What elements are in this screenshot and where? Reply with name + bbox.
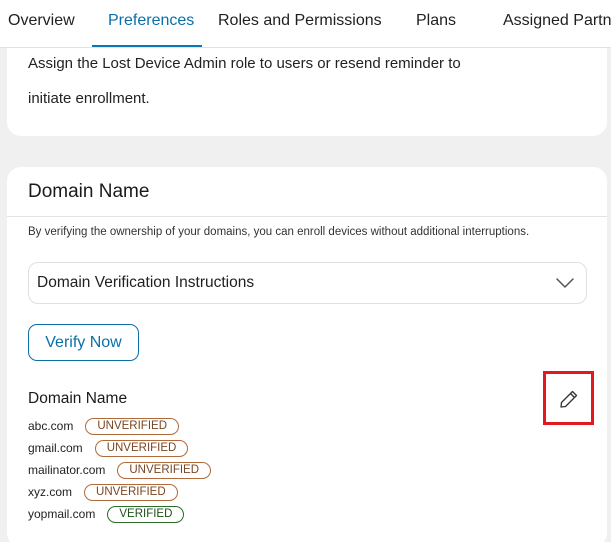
lost-device-text-line-1: Assign the Lost Device Admin role to use… bbox=[28, 55, 461, 72]
tab-assigned-partners[interactable]: Assigned Partne bbox=[503, 0, 611, 47]
lost-device-text-line-2: initiate enrollment. bbox=[28, 90, 150, 107]
list-item: gmail.com UNVERIFIED bbox=[28, 439, 189, 457]
domain-name: yopmail.com bbox=[28, 507, 96, 521]
card-description: By verifying the ownership of your domai… bbox=[28, 226, 530, 238]
edit-domains-button[interactable] bbox=[543, 371, 594, 425]
card-divider bbox=[7, 216, 607, 217]
tab-plans[interactable]: Plans bbox=[416, 0, 456, 47]
status-badge: VERIFIED bbox=[107, 505, 185, 523]
status-badge: UNVERIFIED bbox=[94, 439, 189, 457]
list-item: yopmail.com VERIFIED bbox=[28, 505, 185, 523]
status-badge: UNVERIFIED bbox=[84, 483, 178, 501]
domain-name: xyz.com bbox=[28, 485, 73, 499]
card-title: Domain Name bbox=[28, 181, 150, 202]
domain-verification-accordion[interactable]: Domain Verification Instructions bbox=[28, 262, 587, 304]
tab-overview[interactable]: Overview bbox=[8, 0, 75, 47]
pencil-icon bbox=[560, 390, 578, 408]
domain-name-card: Domain Name By verifying the ownership o… bbox=[7, 167, 607, 542]
chevron-down-icon[interactable] bbox=[555, 275, 575, 291]
list-item: abc.com UNVERIFIED bbox=[28, 417, 180, 435]
list-item: mailinator.com UNVERIFIED bbox=[28, 461, 212, 479]
domain-name: mailinator.com bbox=[28, 463, 106, 477]
list-item: xyz.com UNVERIFIED bbox=[28, 483, 178, 501]
domain-name: abc.com bbox=[28, 419, 74, 433]
status-badge: UNVERIFIED bbox=[117, 461, 212, 479]
tab-bar: Overview Preferences Roles and Permissio… bbox=[0, 0, 611, 48]
tab-roles-and-permissions[interactable]: Roles and Permissions bbox=[218, 0, 382, 47]
domain-name: gmail.com bbox=[28, 441, 83, 455]
tab-preferences[interactable]: Preferences bbox=[108, 0, 194, 47]
domain-list-header: Domain Name bbox=[28, 390, 128, 407]
lost-device-card: Assign the Lost Device Admin role to use… bbox=[7, 48, 607, 136]
accordion-label: Domain Verification Instructions bbox=[37, 274, 255, 291]
verify-now-button[interactable]: Verify Now bbox=[28, 324, 139, 361]
status-badge: UNVERIFIED bbox=[85, 417, 180, 435]
